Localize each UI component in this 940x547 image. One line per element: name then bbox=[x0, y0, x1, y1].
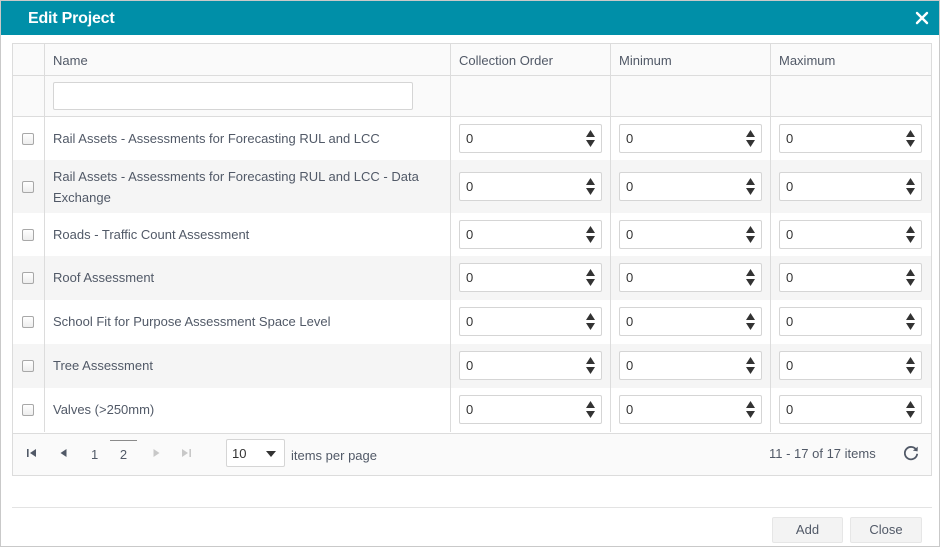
spinner-arrows-icon[interactable] bbox=[906, 226, 915, 243]
minimum-input[interactable]: 0 bbox=[619, 172, 762, 201]
maximum-input[interactable]: 0 bbox=[779, 172, 922, 201]
spinner-arrows-icon[interactable] bbox=[906, 313, 915, 330]
dialog-titlebar: Edit Project bbox=[1, 1, 939, 35]
spinner-arrows-icon[interactable] bbox=[586, 401, 595, 418]
spinner-arrows-icon[interactable] bbox=[586, 178, 595, 195]
maximum-input[interactable]: 0 bbox=[779, 307, 922, 336]
grid-pager: 1 2 10 items per page 11 - 17 of 17 item… bbox=[13, 433, 931, 475]
spinner-arrows-icon[interactable] bbox=[746, 401, 755, 418]
table-row: Roads - Traffic Count Assessment 0 0 0 bbox=[13, 213, 931, 256]
spinner-arrows-icon[interactable] bbox=[586, 226, 595, 243]
header-checkbox-cell bbox=[13, 44, 44, 75]
spinner-arrows-icon[interactable] bbox=[586, 269, 595, 286]
spinner-arrows-icon[interactable] bbox=[586, 130, 595, 147]
collection-order-input[interactable]: 0 bbox=[459, 172, 602, 201]
maximum-input[interactable]: 0 bbox=[779, 395, 922, 424]
header-maximum[interactable]: Maximum bbox=[770, 44, 931, 75]
page-2-current: 2 bbox=[110, 440, 137, 462]
header-collection-order[interactable]: Collection Order bbox=[450, 44, 610, 75]
spinner-arrows-icon[interactable] bbox=[586, 357, 595, 374]
collection-order-input[interactable]: 0 bbox=[459, 220, 602, 249]
footer-divider bbox=[12, 507, 932, 508]
row-checkbox[interactable] bbox=[22, 181, 34, 193]
table-row: Tree Assessment 0 0 0 bbox=[13, 344, 931, 388]
close-button[interactable]: Close bbox=[850, 517, 922, 543]
row-name: Roof Assessment bbox=[53, 270, 155, 285]
spinner-arrows-icon[interactable] bbox=[906, 178, 915, 195]
spinner-arrows-icon[interactable] bbox=[906, 357, 915, 374]
minimum-input[interactable]: 0 bbox=[619, 395, 762, 424]
page-size-select[interactable]: 10 bbox=[226, 439, 285, 467]
maximum-input[interactable]: 0 bbox=[779, 263, 922, 292]
table-row: Valves (>250mm) 0 0 0 bbox=[13, 388, 931, 432]
spinner-arrows-icon[interactable] bbox=[586, 313, 595, 330]
minimum-input[interactable]: 0 bbox=[619, 351, 762, 380]
last-page-icon[interactable] bbox=[179, 446, 193, 460]
spinner-arrows-icon[interactable] bbox=[906, 130, 915, 147]
dialog-title: Edit Project bbox=[28, 10, 115, 27]
collection-order-input[interactable]: 0 bbox=[459, 263, 602, 292]
spinner-arrows-icon[interactable] bbox=[746, 269, 755, 286]
edit-project-dialog: Edit Project Name Collection Order Minim… bbox=[0, 0, 940, 547]
maximum-input[interactable]: 0 bbox=[779, 351, 922, 380]
project-grid: Name Collection Order Minimum Maximum Ra… bbox=[12, 43, 932, 476]
minimum-input[interactable]: 0 bbox=[619, 124, 762, 153]
page-1-link[interactable]: 1 bbox=[91, 447, 98, 462]
dropdown-caret-icon bbox=[266, 451, 276, 457]
row-name: Roads - Traffic Count Assessment bbox=[53, 227, 250, 242]
row-checkbox[interactable] bbox=[22, 229, 34, 241]
maximum-input[interactable]: 0 bbox=[779, 220, 922, 249]
spinner-arrows-icon[interactable] bbox=[906, 269, 915, 286]
row-name: Valves (>250mm) bbox=[53, 402, 155, 417]
collection-order-input[interactable]: 0 bbox=[459, 307, 602, 336]
row-name: Rail Assets - Assessments for Forecastin… bbox=[53, 169, 419, 205]
spinner-arrows-icon[interactable] bbox=[746, 313, 755, 330]
refresh-icon[interactable] bbox=[902, 444, 920, 462]
spinner-arrows-icon[interactable] bbox=[746, 130, 755, 147]
spinner-arrows-icon[interactable] bbox=[906, 401, 915, 418]
items-per-page-label: items per page bbox=[291, 448, 377, 463]
table-row: Rail Assets - Assessments for Forecastin… bbox=[13, 117, 931, 160]
collection-order-input[interactable]: 0 bbox=[459, 351, 602, 380]
table-row: Rail Assets - Assessments for Forecastin… bbox=[13, 160, 931, 213]
row-checkbox[interactable] bbox=[22, 133, 34, 145]
row-name: School Fit for Purpose Assessment Space … bbox=[53, 314, 331, 329]
add-button[interactable]: Add bbox=[772, 517, 843, 543]
minimum-input[interactable]: 0 bbox=[619, 307, 762, 336]
row-name: Tree Assessment bbox=[53, 358, 153, 373]
row-checkbox[interactable] bbox=[22, 316, 34, 328]
close-icon[interactable] bbox=[914, 10, 930, 26]
maximum-input[interactable]: 0 bbox=[779, 124, 922, 153]
grid-header: Name Collection Order Minimum Maximum bbox=[13, 44, 931, 76]
pager-info: 11 - 17 of 17 items bbox=[769, 446, 876, 461]
minimum-input[interactable]: 0 bbox=[619, 263, 762, 292]
table-row: Roof Assessment 0 0 0 bbox=[13, 256, 931, 300]
spinner-arrows-icon[interactable] bbox=[746, 178, 755, 195]
next-page-icon[interactable] bbox=[149, 446, 163, 460]
minimum-input[interactable]: 0 bbox=[619, 220, 762, 249]
row-checkbox[interactable] bbox=[22, 404, 34, 416]
row-checkbox[interactable] bbox=[22, 272, 34, 284]
collection-order-input[interactable]: 0 bbox=[459, 124, 602, 153]
collection-order-input[interactable]: 0 bbox=[459, 395, 602, 424]
spinner-arrows-icon[interactable] bbox=[746, 226, 755, 243]
grid-filter-row bbox=[13, 76, 931, 117]
name-filter-input[interactable] bbox=[53, 82, 413, 110]
prev-page-icon[interactable] bbox=[57, 446, 71, 460]
first-page-icon[interactable] bbox=[25, 446, 39, 460]
row-name: Rail Assets - Assessments for Forecastin… bbox=[53, 131, 380, 146]
header-minimum[interactable]: Minimum bbox=[610, 44, 770, 75]
table-row: School Fit for Purpose Assessment Space … bbox=[13, 300, 931, 344]
spinner-arrows-icon[interactable] bbox=[746, 357, 755, 374]
row-checkbox[interactable] bbox=[22, 360, 34, 372]
header-name[interactable]: Name bbox=[44, 44, 450, 75]
